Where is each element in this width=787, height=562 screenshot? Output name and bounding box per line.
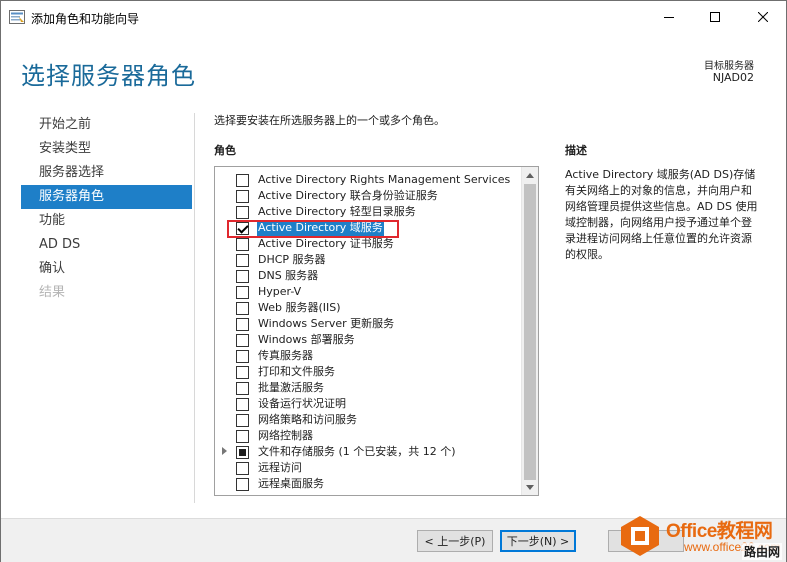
role-checkbox[interactable] <box>236 350 249 363</box>
wizard-window: 添加角色和功能向导 选择服务器角色 目标服务器 NJAD02 开始之前 安装类型… <box>0 0 787 562</box>
role-list-item[interactable]: 网络策略和访问服务 <box>215 412 522 428</box>
nav-divider <box>194 113 195 503</box>
server-manager-icon <box>9 10 25 24</box>
instruction-text: 选择要安装在所选服务器上的一个或多个角色。 <box>214 114 445 127</box>
role-label[interactable]: Windows Server 更新服务 <box>257 316 395 332</box>
maximize-button[interactable] <box>692 1 738 32</box>
role-checkbox[interactable] <box>236 430 249 443</box>
watermark-brand: Office教程网 <box>666 521 773 542</box>
role-list-item[interactable]: Active Directory Rights Management Servi… <box>215 172 522 188</box>
role-checkbox[interactable] <box>236 270 249 283</box>
roles-scrollbar[interactable] <box>521 167 538 495</box>
target-server-name: NJAD02 <box>712 71 754 84</box>
role-list-item[interactable]: 远程桌面服务 <box>215 476 522 492</box>
wizard-nav: 开始之前 安装类型 服务器选择 服务器角色 功能 AD DS 确认 结果 <box>21 113 192 305</box>
role-label[interactable]: 网络控制器 <box>257 428 314 444</box>
description-text: Active Directory 域服务(AD DS)存储有关网络上的对象的信息… <box>565 168 758 261</box>
watermark-corner: 路由网 <box>741 543 782 560</box>
target-server-label: 目标服务器 <box>704 61 754 72</box>
role-list-item[interactable]: Active Directory 联合身份验证服务 <box>215 188 522 204</box>
watermark: Office教程网 www.office26.com 路由网 <box>618 510 786 562</box>
role-checkbox[interactable] <box>236 478 249 491</box>
role-list-item[interactable]: 传真服务器 <box>215 348 522 364</box>
role-label[interactable]: 传真服务器 <box>257 348 314 364</box>
role-list-item[interactable]: 文件和存储服务 (1 个已安装，共 12 个) <box>215 444 522 460</box>
close-icon <box>758 11 768 22</box>
role-list-item[interactable]: Active Directory 轻型目录服务 <box>215 204 522 220</box>
description-heading: 描述 <box>565 144 587 157</box>
role-list-item[interactable]: 设备运行状况证明 <box>215 396 522 412</box>
role-checkbox[interactable] <box>236 190 249 203</box>
nav-item-results: 结果 <box>39 285 66 300</box>
role-label[interactable]: Active Directory 轻型目录服务 <box>257 204 417 220</box>
role-checkbox[interactable] <box>236 302 249 315</box>
role-label[interactable]: Active Directory 证书服务 <box>257 236 395 252</box>
role-list-item[interactable]: Windows 部署服务 <box>215 332 522 348</box>
role-label[interactable]: Windows 部署服务 <box>257 332 356 348</box>
role-label[interactable]: Hyper-V <box>257 284 302 300</box>
office-logo-icon <box>621 516 659 556</box>
role-label[interactable]: DNS 服务器 <box>257 268 319 284</box>
minimize-button[interactable] <box>646 1 692 32</box>
highlight-annotation-box <box>227 220 399 238</box>
role-checkbox[interactable] <box>236 318 249 331</box>
scroll-down-button[interactable] <box>522 479 538 495</box>
role-list-item[interactable]: 打印和文件服务 <box>215 364 522 380</box>
role-checkbox[interactable] <box>236 398 249 411</box>
role-list-item[interactable]: Hyper-V <box>215 284 522 300</box>
role-checkbox[interactable] <box>236 254 249 267</box>
role-checkbox[interactable] <box>236 366 249 379</box>
role-list-item[interactable]: 远程访问 <box>215 460 522 476</box>
role-list-item[interactable]: DNS 服务器 <box>215 268 522 284</box>
role-list-item[interactable]: 批量激活服务 <box>215 380 522 396</box>
role-label[interactable]: Active Directory Rights Management Servi… <box>257 172 511 188</box>
page-title: 选择服务器角色 <box>21 62 196 90</box>
chevron-up-icon <box>526 172 534 178</box>
role-checkbox[interactable] <box>236 206 249 219</box>
window-title: 添加角色和功能向导 <box>31 12 140 26</box>
role-label[interactable]: 打印和文件服务 <box>257 364 336 380</box>
role-checkbox[interactable] <box>236 286 249 299</box>
role-label[interactable]: 设备运行状况证明 <box>257 396 347 412</box>
role-checkbox[interactable] <box>236 174 249 187</box>
nav-item-features[interactable]: 功能 <box>21 209 192 233</box>
nav-item-server-selection[interactable]: 服务器选择 <box>21 161 192 185</box>
role-label[interactable]: 批量激活服务 <box>257 380 325 396</box>
role-checkbox[interactable] <box>236 462 249 475</box>
role-label[interactable]: Web 服务器(IIS) <box>257 300 342 316</box>
role-checkbox[interactable] <box>236 238 249 251</box>
nav-item-before-you-begin[interactable]: 开始之前 <box>21 113 192 137</box>
role-list-item[interactable]: Active Directory 证书服务 <box>215 236 522 252</box>
role-label[interactable]: 网络策略和访问服务 <box>257 412 358 428</box>
nav-item-ad-ds[interactable]: AD DS <box>21 233 192 257</box>
expand-arrow-icon[interactable] <box>222 447 227 455</box>
next-button[interactable]: 下一步(N) > <box>500 530 576 552</box>
role-label[interactable]: 文件和存储服务 (1 个已安装，共 12 个) <box>257 444 457 460</box>
role-list-item[interactable]: DHCP 服务器 <box>215 252 522 268</box>
role-checkbox[interactable] <box>236 334 249 347</box>
role-label[interactable]: DHCP 服务器 <box>257 252 327 268</box>
previous-button[interactable]: < 上一步(P) <box>417 530 493 552</box>
role-list-item[interactable]: 网络控制器 <box>215 428 522 444</box>
nav-item-server-roles[interactable]: 服务器角色 <box>21 185 192 209</box>
role-list-item[interactable]: Windows Server 更新服务 <box>215 316 522 332</box>
scroll-thumb[interactable] <box>524 184 536 480</box>
minimize-icon <box>664 16 674 18</box>
role-checkbox[interactable] <box>236 382 249 395</box>
role-list-item[interactable]: Web 服务器(IIS) <box>215 300 522 316</box>
nav-item-installation-type[interactable]: 安装类型 <box>21 137 192 161</box>
role-label[interactable]: Active Directory 联合身份验证服务 <box>257 188 439 204</box>
nav-item-confirmation[interactable]: 确认 <box>21 257 192 281</box>
role-checkbox[interactable] <box>236 414 249 427</box>
role-label[interactable]: 远程桌面服务 <box>257 476 325 492</box>
role-checkbox[interactable] <box>236 446 249 459</box>
close-button[interactable] <box>740 1 786 32</box>
title-bar[interactable]: 添加角色和功能向导 <box>1 1 786 33</box>
roles-heading: 角色 <box>214 144 236 157</box>
role-label[interactable]: 远程访问 <box>257 460 303 476</box>
scroll-up-button[interactable] <box>522 167 538 183</box>
chevron-down-icon <box>526 484 534 490</box>
roles-list[interactable]: Active Directory Rights Management Servi… <box>214 166 539 496</box>
maximize-icon <box>710 11 720 22</box>
